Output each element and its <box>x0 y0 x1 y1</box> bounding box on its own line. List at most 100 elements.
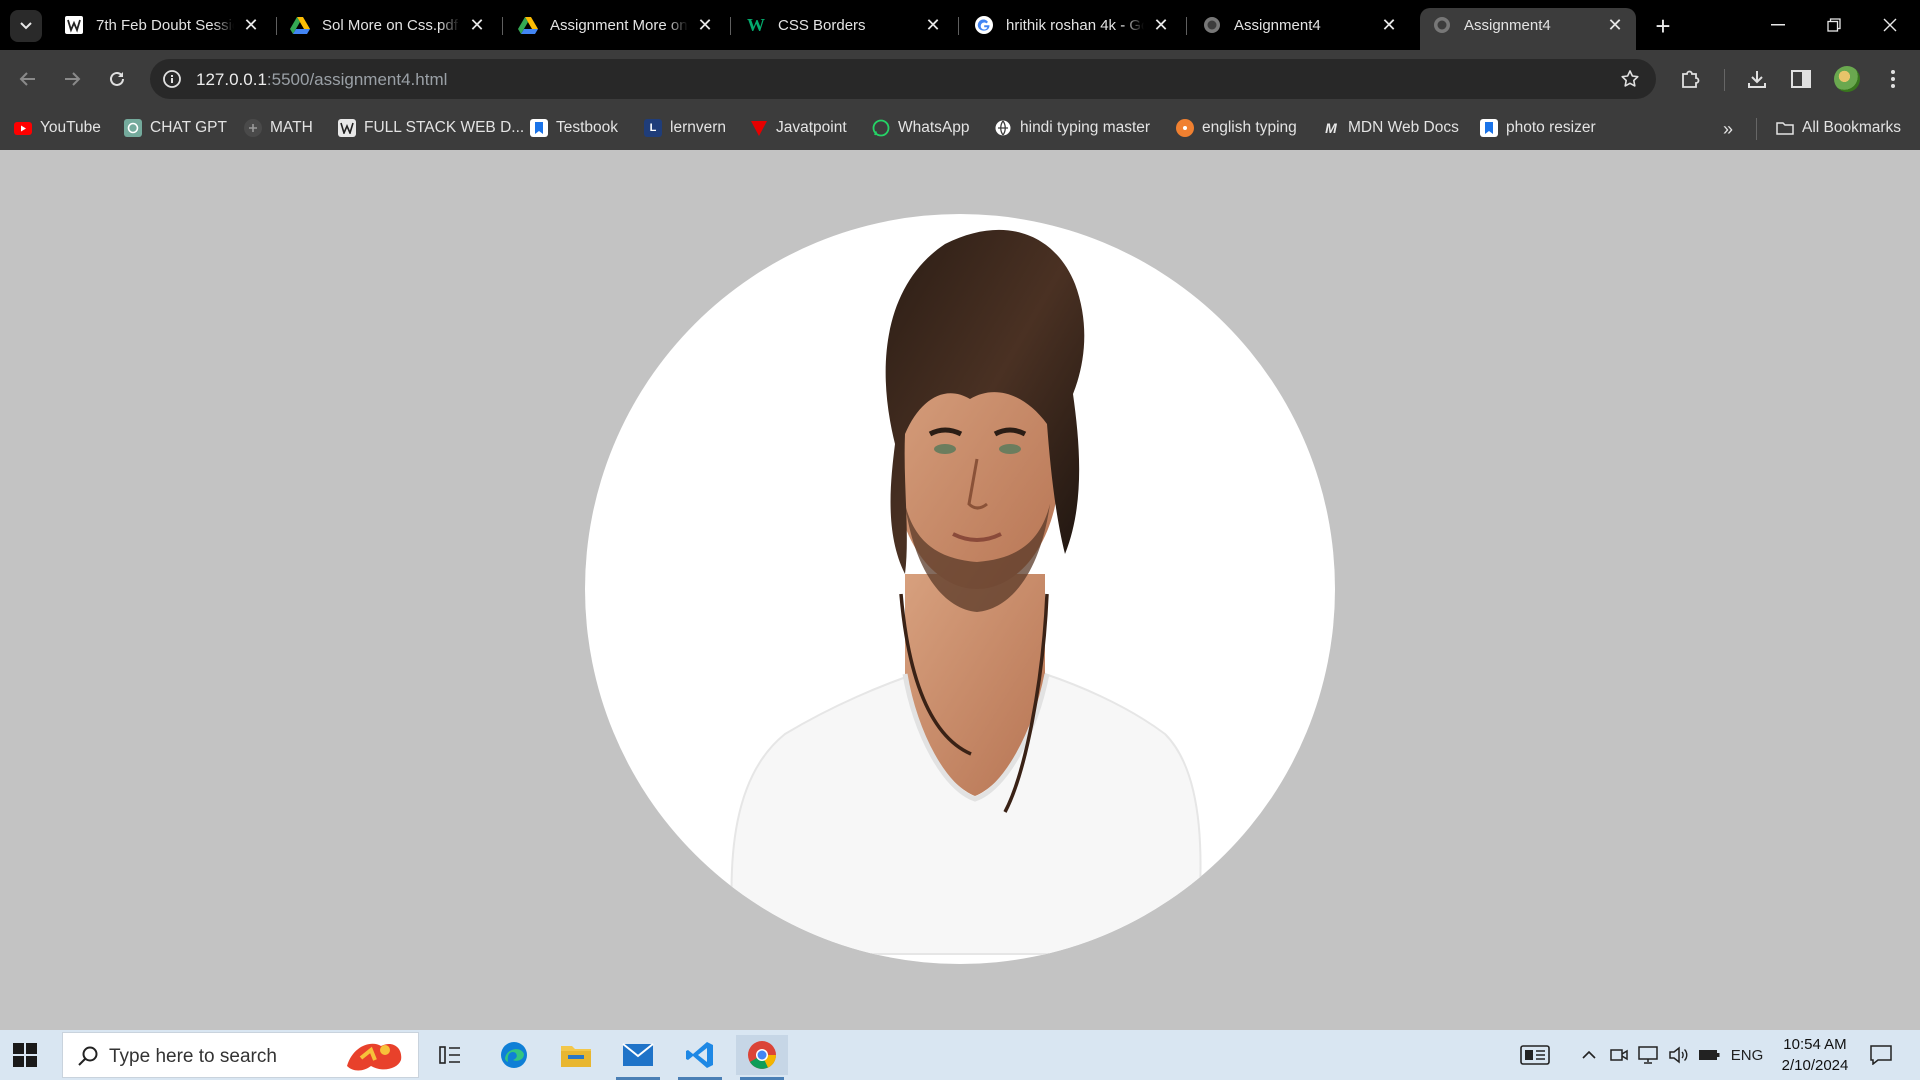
tab-search-button[interactable] <box>10 10 42 42</box>
back-button[interactable] <box>12 63 44 95</box>
bookmark-english-typing[interactable]: english typing <box>1176 116 1297 140</box>
close-icon[interactable]: ✕ <box>1604 14 1626 36</box>
google-drive-icon <box>518 15 538 35</box>
clock-time: 10:54 AM <box>1783 1036 1847 1053</box>
bookmark-mdn-web-docs[interactable]: M MDN Web Docs <box>1322 116 1459 140</box>
taskbar-file-explorer[interactable] <box>550 1035 602 1075</box>
mail-icon <box>622 1043 654 1066</box>
close-icon[interactable]: ✕ <box>1378 14 1400 36</box>
globe-icon <box>994 119 1012 137</box>
start-button[interactable] <box>12 1042 38 1068</box>
profile-avatar[interactable] <box>1834 66 1860 92</box>
vscode-icon <box>686 1042 713 1068</box>
url-host: 127.0.0.1 <box>196 70 267 89</box>
tab-separator <box>276 17 277 35</box>
globe-icon <box>1432 15 1452 35</box>
new-tab-button[interactable]: + <box>1648 11 1678 41</box>
news-icon <box>1520 1045 1550 1065</box>
address-bar[interactable]: 127.0.0.1:5500/assignment4.html <box>150 59 1656 99</box>
taskbar-edge[interactable] <box>488 1035 540 1075</box>
volume-icon[interactable] <box>1666 1042 1690 1068</box>
folder-icon <box>1776 119 1794 137</box>
minimize-icon <box>1771 24 1785 26</box>
url-text[interactable]: 127.0.0.1:5500/assignment4.html <box>196 70 447 90</box>
bookmark-javatpoint[interactable]: Javatpoint <box>750 116 847 140</box>
menu-button[interactable] <box>1877 63 1909 95</box>
task-view-button[interactable] <box>424 1035 476 1075</box>
forward-arrow-icon <box>65 72 81 86</box>
tab-assignment4[interactable]: Assignment4 ✕ <box>1190 8 1410 42</box>
tab-title: Sol More on Css.pdf <box>322 16 458 34</box>
close-icon[interactable]: ✕ <box>1150 14 1172 36</box>
youtube-icon <box>14 119 32 137</box>
plus-icon: + <box>1655 10 1671 41</box>
bookmark-whatsapp[interactable]: WhatsApp <box>872 116 970 140</box>
bookmark-testbook[interactable]: Testbook <box>530 116 618 140</box>
bookmark-photo-resizer[interactable]: photo resizer <box>1480 116 1596 140</box>
news-widget-button[interactable] <box>1518 1042 1552 1068</box>
bookmark-chat-gpt[interactable]: CHAT GPT <box>124 116 227 140</box>
reload-button[interactable] <box>101 63 133 95</box>
english-typing-icon <box>1176 119 1194 137</box>
tab-google-search[interactable]: hrithik roshan 4k - Google Search ✕ <box>962 8 1182 42</box>
bookmark-hindi-typing-master[interactable]: hindi typing master <box>994 116 1150 140</box>
network-icon[interactable] <box>1636 1042 1660 1068</box>
taskbar-clock[interactable]: 10:54 AM 2/10/2024 <box>1765 1034 1865 1076</box>
bookmark-youtube[interactable]: YouTube <box>14 116 101 140</box>
close-window-button[interactable] <box>1870 8 1910 42</box>
close-icon <box>1883 18 1897 32</box>
toolbar-separator <box>1724 69 1725 91</box>
tab-css-borders[interactable]: W CSS Borders ✕ <box>734 8 954 42</box>
tab-title: CSS Borders <box>778 16 866 34</box>
tab-sol-more-on-css[interactable]: Sol More on Css.pdf ✕ <box>278 8 498 42</box>
bookmark-full-stack[interactable]: FULL STACK WEB D... <box>338 116 524 140</box>
bookmark-label: english typing <box>1202 119 1297 136</box>
extensions-button[interactable] <box>1674 63 1706 95</box>
search-placeholder: Type here to search <box>109 1046 277 1067</box>
taskbar-chrome[interactable] <box>736 1035 788 1080</box>
double-chevron-right-icon: » <box>1722 118 1733 139</box>
more-bookmarks-button[interactable]: » <box>1716 117 1740 141</box>
tab-assignment-more-on-css[interactable]: Assignment More on Css ✕ <box>506 8 726 42</box>
taskbar-vscode[interactable] <box>674 1035 726 1080</box>
back-arrow-icon <box>19 72 35 86</box>
tab-7th-feb-doubt-session[interactable]: 7th Feb Doubt Session ✕ <box>52 8 272 42</box>
close-icon[interactable]: ✕ <box>466 14 488 36</box>
bookmark-math[interactable]: MATH <box>244 116 313 140</box>
wordpress-icon <box>64 15 84 35</box>
math-icon <box>244 119 262 137</box>
tab-separator <box>730 17 731 35</box>
all-bookmarks-button[interactable]: All Bookmarks <box>1776 116 1901 140</box>
side-panel-button[interactable] <box>1785 63 1817 95</box>
restore-button[interactable] <box>1814 8 1854 42</box>
close-icon[interactable]: ✕ <box>694 14 716 36</box>
bookmark-lernvern[interactable]: L lernvern <box>644 116 726 140</box>
bookmarks-separator <box>1756 118 1757 140</box>
taskbar-mail[interactable] <box>612 1035 664 1080</box>
forward-button[interactable] <box>56 63 88 95</box>
close-icon[interactable]: ✕ <box>240 14 262 36</box>
minimize-button[interactable] <box>1758 8 1798 42</box>
javatpoint-icon <box>750 119 768 137</box>
search-icon <box>78 1046 98 1066</box>
meet-now-icon[interactable] <box>1608 1042 1630 1068</box>
bookmark-label: photo resizer <box>1506 119 1596 136</box>
mdn-icon: M <box>1325 120 1337 136</box>
chevron-down-icon <box>20 22 32 30</box>
tab-assignment4-active[interactable]: Assignment4 ✕ <box>1420 8 1636 50</box>
google-icon <box>974 15 994 35</box>
bookmark-star-icon[interactable] <box>1618 67 1642 91</box>
close-icon[interactable]: ✕ <box>922 14 944 36</box>
taskbar-search-box[interactable]: Type here to search <box>62 1032 419 1078</box>
page-content <box>0 150 1920 1030</box>
show-hidden-icons-button[interactable] <box>1578 1042 1600 1068</box>
language-indicator[interactable]: ENG <box>1730 1042 1764 1068</box>
site-info-icon[interactable] <box>160 67 184 91</box>
all-bookmarks-label: All Bookmarks <box>1802 119 1902 136</box>
reload-icon <box>110 71 124 86</box>
w3schools-icon: W <box>747 14 765 35</box>
notifications-button[interactable] <box>1866 1042 1896 1068</box>
downloads-button[interactable] <box>1741 63 1773 95</box>
battery-icon[interactable] <box>1696 1042 1722 1068</box>
puzzle-icon <box>1682 70 1700 88</box>
